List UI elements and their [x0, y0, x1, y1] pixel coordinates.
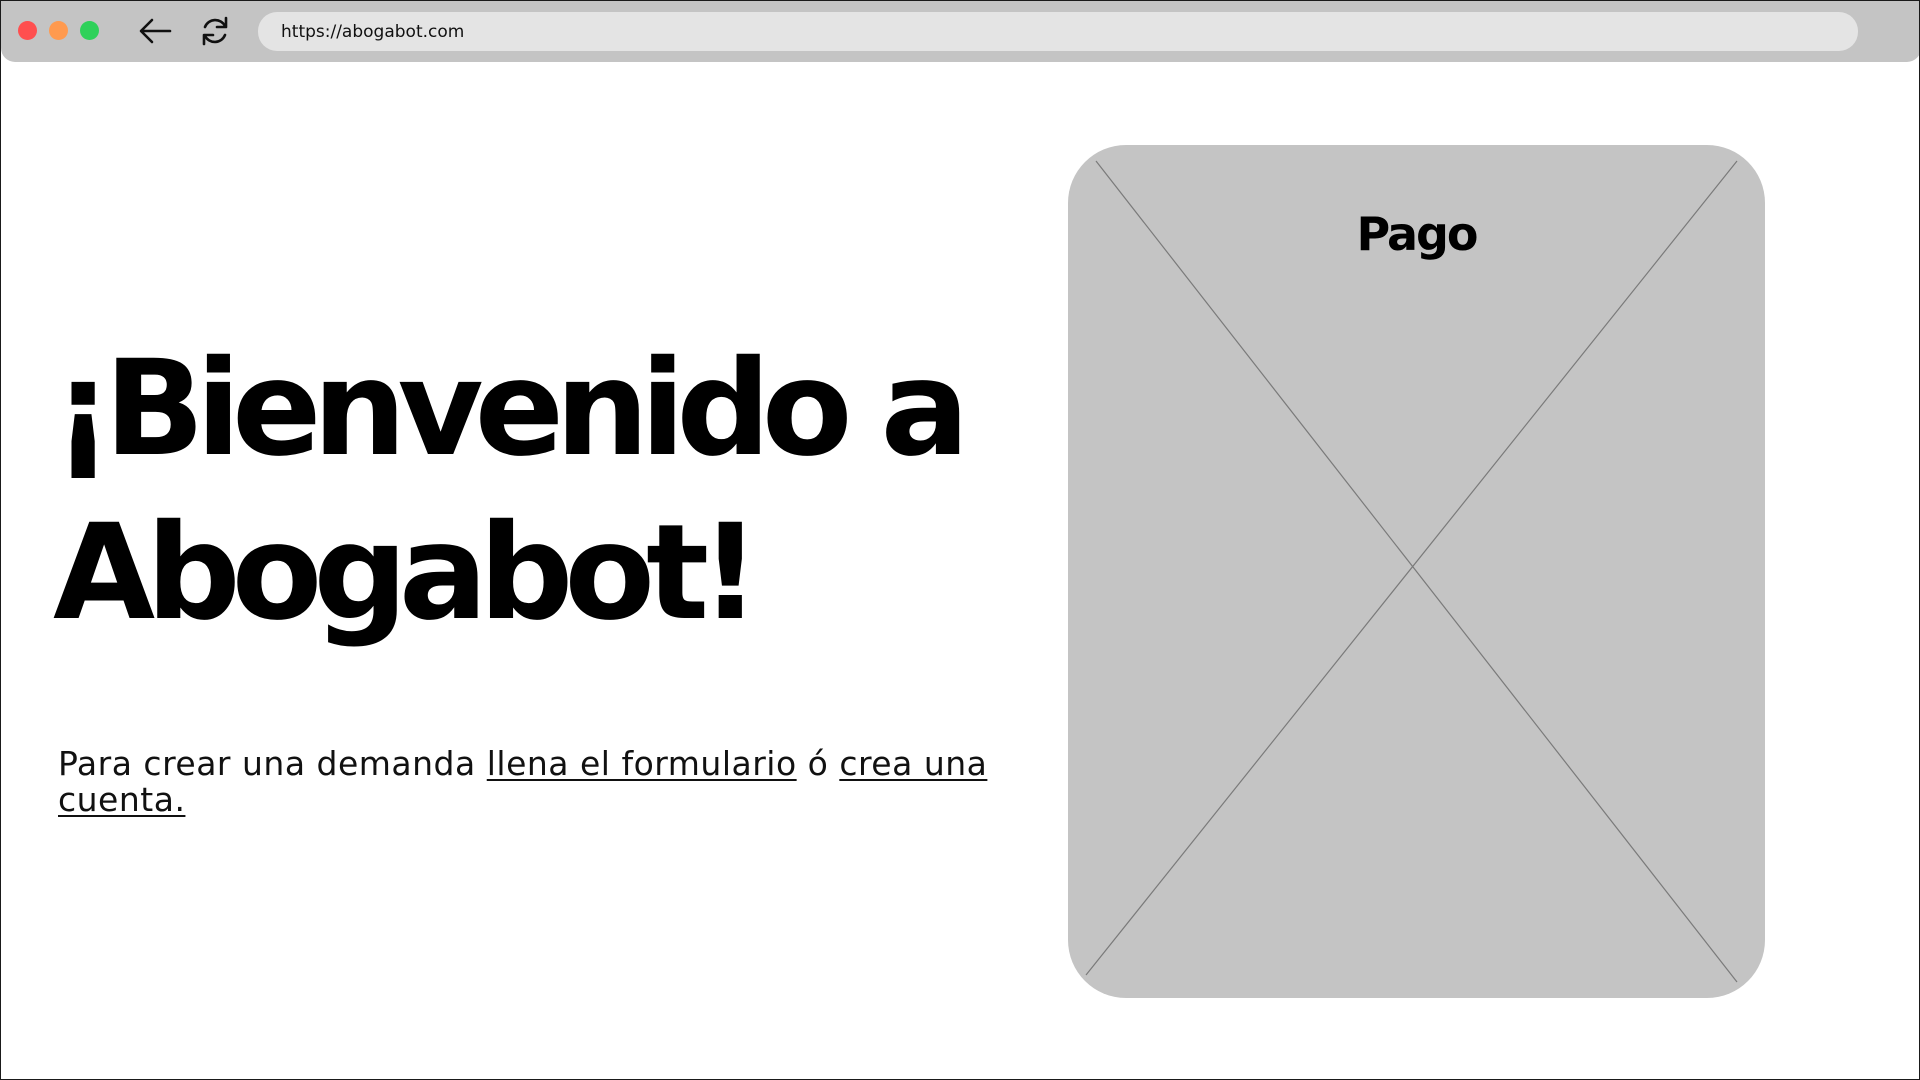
maximize-window-button[interactable]: [80, 21, 99, 40]
url-text: https://abogabot.com: [281, 21, 465, 42]
browser-window: https://abogabot.com ¡Bienvenido a Aboga…: [0, 0, 1920, 1080]
address-bar[interactable]: https://abogabot.com: [258, 12, 1858, 51]
intro-text: Para crear una demanda llena el formular…: [58, 746, 998, 818]
payment-image-placeholder: Pago: [1068, 145, 1765, 998]
back-arrow-icon: [139, 18, 172, 44]
welcome-headline: ¡Bienvenido a Abogabot!: [53, 327, 1013, 655]
reload-icon: [202, 16, 228, 46]
payment-title: Pago: [1356, 207, 1478, 261]
browser-toolbar: https://abogabot.com: [1, 1, 1919, 62]
fill-form-link[interactable]: llena el formulario: [487, 744, 797, 783]
minimize-window-button[interactable]: [49, 21, 68, 40]
close-window-button[interactable]: [18, 21, 37, 40]
reload-button[interactable]: [197, 14, 233, 48]
intro-connector: ó: [796, 744, 840, 783]
intro-prefix: Para crear una demanda: [58, 744, 487, 783]
placeholder-cross-icon: [1085, 160, 1738, 983]
back-button[interactable]: [137, 14, 173, 48]
headline-line-2: Abogabot!: [53, 496, 760, 650]
headline-line-1: ¡Bienvenido a: [53, 332, 970, 486]
